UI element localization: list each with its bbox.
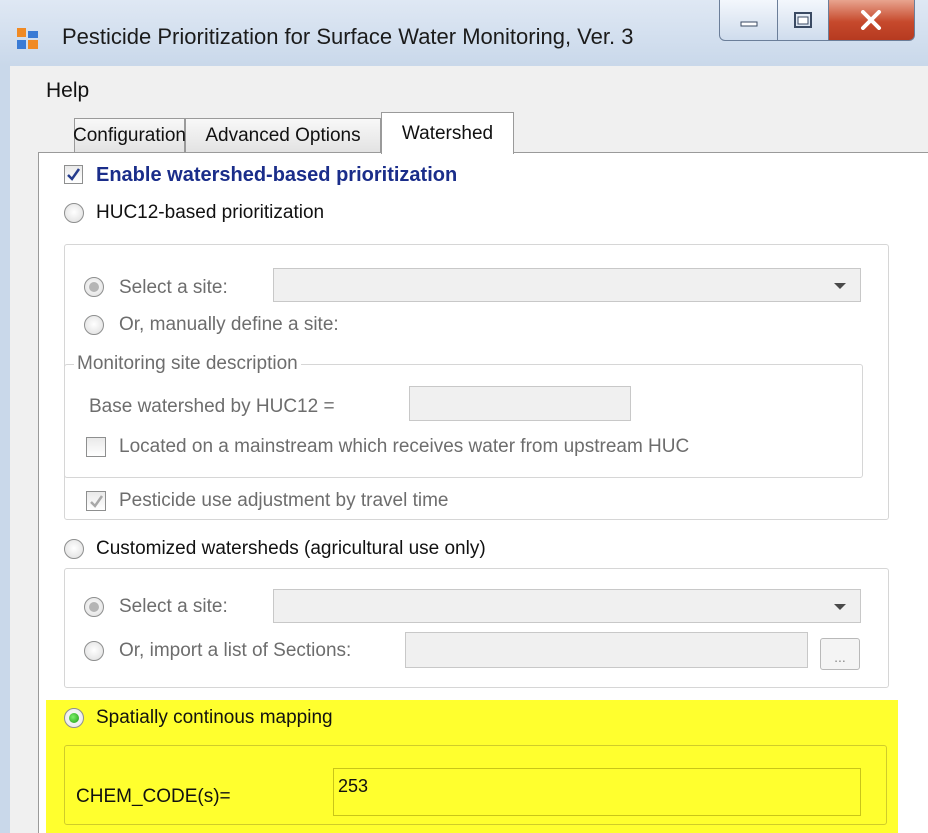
mainstream-label: Located on a mainstream which receives w… (119, 436, 690, 457)
huc12-select-site-radio[interactable] (84, 277, 104, 297)
tab-watershed[interactable]: Watershed (381, 112, 514, 154)
window-title: Pesticide Prioritization for Surface Wat… (62, 24, 634, 49)
chem-code-input[interactable]: 253 (333, 768, 861, 816)
enable-watershed-checkbox[interactable] (64, 165, 83, 184)
minimize-icon (740, 21, 758, 27)
window-frame (0, 66, 10, 833)
app-icon (16, 27, 40, 51)
chem-code-value: 253 (338, 776, 369, 796)
enable-watershed-label: Enable watershed-based prioritization (96, 164, 458, 186)
travel-time-checkbox[interactable] (86, 491, 106, 511)
menu-help[interactable]: Help (46, 79, 89, 103)
monitoring-site-group (64, 364, 863, 478)
checkmark-icon (67, 168, 81, 181)
import-sections-radio[interactable] (84, 641, 104, 661)
base-watershed-label: Base watershed by HUC12 = (89, 396, 335, 417)
spatial-mapping-label: Spatially continous mapping (96, 707, 333, 728)
maximize-button[interactable] (778, 0, 829, 41)
huc12-manual-radio[interactable] (84, 315, 104, 335)
browse-button[interactable]: ... (820, 638, 860, 670)
close-button[interactable] (828, 0, 915, 41)
close-icon (861, 10, 882, 30)
tab-configuration[interactable]: Configuration (73, 118, 186, 152)
huc12-manual-label: Or, manually define a site: (119, 314, 339, 335)
customized-watersheds-label: Customized watersheds (agricultural use … (96, 538, 486, 559)
spatial-mapping-radio[interactable] (64, 708, 84, 728)
import-sections-input[interactable] (405, 632, 808, 668)
chem-code-label: CHEM_CODE(s)= (76, 786, 231, 807)
custom-select-site-label: Select a site: (119, 596, 228, 617)
tab-advanced-options[interactable]: Advanced Options (185, 118, 381, 152)
custom-site-combo[interactable] (273, 589, 861, 623)
custom-select-site-radio[interactable] (84, 597, 104, 617)
customized-watersheds-radio[interactable] (64, 539, 84, 559)
monitoring-site-legend: Monitoring site description (74, 353, 301, 375)
mainstream-checkbox[interactable] (86, 437, 106, 457)
huc12-label: HUC12-based prioritization (96, 202, 325, 223)
import-sections-label: Or, import a list of Sections: (119, 640, 352, 661)
huc12-radio[interactable] (64, 203, 84, 223)
travel-time-label: Pesticide use adjustment by travel time (119, 490, 449, 511)
maximize-icon (794, 12, 813, 28)
base-watershed-input[interactable] (409, 386, 631, 421)
customized-group (64, 568, 889, 688)
window-controls (719, 0, 915, 42)
chevron-down-icon (834, 604, 846, 610)
minimize-button[interactable] (719, 0, 779, 41)
chevron-down-icon (834, 283, 846, 289)
checkmark-icon (89, 494, 103, 508)
huc12-site-combo[interactable] (273, 268, 861, 302)
huc12-select-site-label: Select a site: (119, 277, 228, 298)
